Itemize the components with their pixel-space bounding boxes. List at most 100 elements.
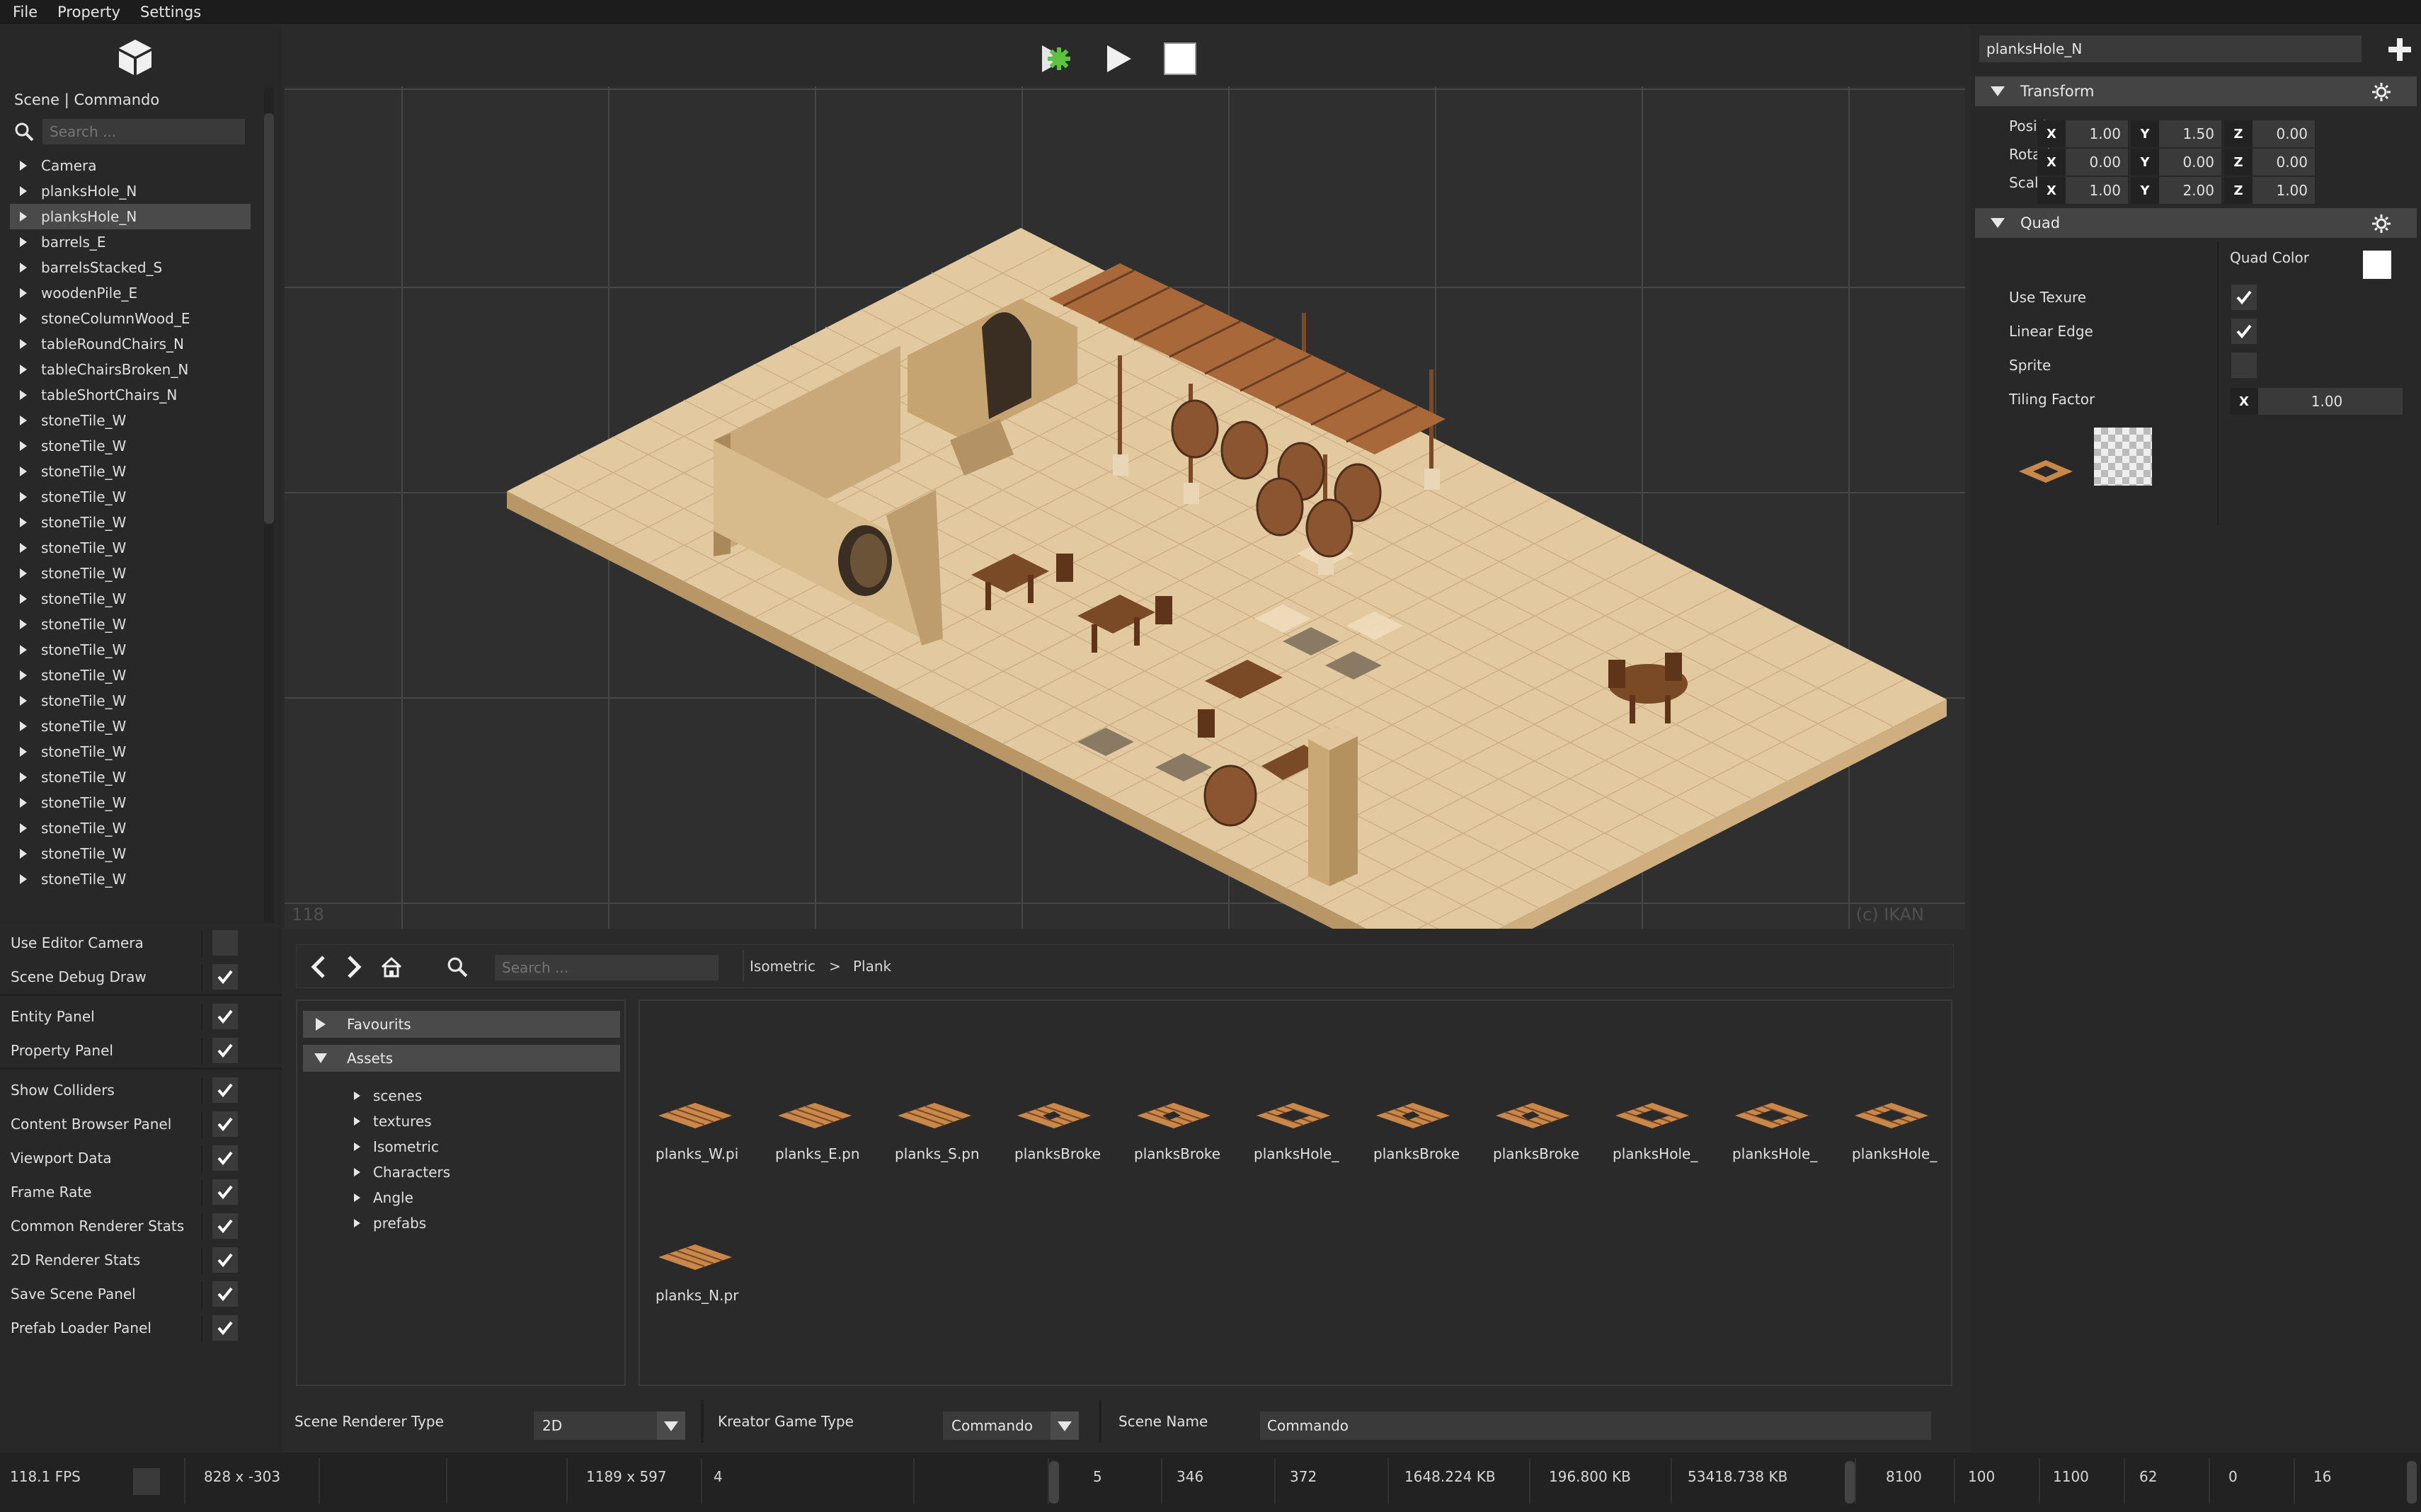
setting-checkbox[interactable] bbox=[212, 1179, 238, 1205]
setting-checkbox[interactable] bbox=[212, 1004, 238, 1029]
entity-row[interactable]: woodenPile_E bbox=[10, 280, 251, 306]
entity-row[interactable]: stoneTile_W bbox=[10, 510, 251, 535]
chevron-right-icon[interactable] bbox=[20, 263, 27, 273]
gear-icon[interactable] bbox=[2371, 82, 2391, 102]
setting-checkbox[interactable] bbox=[212, 1247, 238, 1273]
rotation-x-input[interactable]: 0.00 bbox=[2066, 149, 2128, 176]
entity-row[interactable]: stoneTile_W bbox=[10, 841, 251, 866]
chevron-right-icon[interactable] bbox=[20, 237, 27, 247]
chevron-right-icon[interactable] bbox=[20, 492, 27, 502]
hierarchy-scrollbar[interactable] bbox=[264, 88, 274, 923]
chevron-right-icon[interactable] bbox=[20, 874, 27, 884]
setting-checkbox[interactable] bbox=[212, 1077, 238, 1103]
tiling-factor-input[interactable]: 1.00 bbox=[2258, 388, 2403, 415]
scale-y-input[interactable]: 2.00 bbox=[2159, 177, 2221, 204]
asset-tile[interactable]: planksBroke bbox=[1014, 1072, 1121, 1171]
asset-tile[interactable]: planksHole_ bbox=[1732, 1072, 1838, 1171]
back-arrow-icon[interactable] bbox=[308, 955, 329, 979]
entity-row[interactable]: planksHole_N bbox=[10, 204, 251, 229]
folder-item[interactable]: Isometric bbox=[354, 1138, 439, 1155]
chevron-right-icon[interactable] bbox=[20, 849, 27, 859]
chevron-right-icon[interactable] bbox=[20, 772, 27, 782]
chevron-right-icon[interactable] bbox=[20, 568, 27, 578]
entity-row[interactable]: stoneTile_W bbox=[10, 459, 251, 484]
renderer-type-select[interactable]: 2D bbox=[534, 1411, 685, 1440]
chevron-right-icon[interactable] bbox=[20, 594, 27, 604]
entity-row[interactable]: stoneTile_W bbox=[10, 586, 251, 612]
asset-tile[interactable]: planks_N.pr bbox=[656, 1213, 762, 1312]
simulate-button[interactable] bbox=[1038, 41, 1073, 76]
asset-tile[interactable]: planks_E.pn bbox=[775, 1072, 881, 1171]
position-x-input[interactable]: 1.00 bbox=[2066, 120, 2128, 147]
linear-edge-checkbox[interactable] bbox=[2231, 319, 2257, 344]
chevron-right-icon[interactable] bbox=[20, 161, 27, 171]
quad-color-swatch[interactable] bbox=[2363, 251, 2391, 279]
setting-checkbox[interactable] bbox=[212, 1145, 238, 1171]
rotation-z-input[interactable]: 0.00 bbox=[2253, 149, 2315, 176]
scene-name-input[interactable] bbox=[1260, 1411, 1931, 1440]
asset-tile[interactable]: planksHole_ bbox=[1254, 1072, 1360, 1171]
asset-tile[interactable]: planksBroke bbox=[1373, 1072, 1480, 1171]
chevron-right-icon[interactable] bbox=[20, 670, 27, 680]
status-checkbox[interactable] bbox=[133, 1468, 160, 1495]
scale-z-input[interactable]: 1.00 bbox=[2253, 177, 2315, 204]
entity-row[interactable]: tableChairsBroken_N bbox=[10, 357, 251, 382]
chevron-right-icon[interactable] bbox=[20, 747, 27, 757]
entity-row[interactable]: stoneTile_W bbox=[10, 433, 251, 459]
chevron-right-icon[interactable] bbox=[20, 619, 27, 629]
texture-thumbnail[interactable] bbox=[2094, 428, 2152, 486]
forward-arrow-icon[interactable] bbox=[343, 955, 365, 979]
chevron-right-icon[interactable] bbox=[20, 288, 27, 298]
chevron-right-icon[interactable] bbox=[20, 543, 27, 553]
entity-row[interactable]: barrelsStacked_S bbox=[10, 255, 251, 280]
setting-checkbox[interactable] bbox=[212, 1038, 238, 1063]
folder-item[interactable]: prefabs bbox=[354, 1215, 426, 1232]
scrollbar-thumb[interactable] bbox=[1845, 1461, 1855, 1504]
stop-button[interactable] bbox=[1162, 41, 1198, 76]
entity-row[interactable]: stoneTile_W bbox=[10, 790, 251, 815]
entity-row[interactable]: planksHole_N bbox=[10, 178, 251, 204]
folder-item[interactable]: Angle bbox=[354, 1189, 413, 1206]
entity-row[interactable]: stoneTile_W bbox=[10, 663, 251, 688]
setting-checkbox[interactable] bbox=[212, 1281, 238, 1307]
asset-tile[interactable]: planksBroke bbox=[1134, 1072, 1240, 1171]
entity-row[interactable]: tableShortChairs_N bbox=[10, 382, 251, 408]
entity-row[interactable]: stoneTile_W bbox=[10, 714, 251, 739]
game-type-select[interactable]: Commando bbox=[943, 1411, 1079, 1440]
chevron-right-icon[interactable] bbox=[20, 339, 27, 349]
asset-tile[interactable]: planksHole_ bbox=[1852, 1072, 1958, 1171]
entity-row[interactable]: stoneTile_W bbox=[10, 535, 251, 561]
home-icon[interactable] bbox=[380, 956, 403, 978]
chevron-right-icon[interactable] bbox=[20, 798, 27, 808]
entity-row[interactable]: stoneColumnWood_E bbox=[10, 306, 251, 331]
chevron-right-icon[interactable] bbox=[20, 441, 27, 451]
chevron-right-icon[interactable] bbox=[20, 186, 27, 196]
folder-item[interactable]: textures bbox=[354, 1113, 432, 1130]
viewport[interactable]: 118 (c) IKAN bbox=[285, 86, 1965, 929]
menu-settings[interactable]: Settings bbox=[130, 4, 211, 21]
scrollbar-thumb[interactable] bbox=[264, 113, 274, 524]
asset-tile[interactable]: planksHole_ bbox=[1613, 1072, 1719, 1171]
chevron-right-icon[interactable] bbox=[20, 466, 27, 476]
entity-row[interactable]: stoneTile_W bbox=[10, 612, 251, 637]
entity-name-input[interactable] bbox=[1979, 35, 2362, 62]
menu-file[interactable]: File bbox=[0, 4, 47, 21]
quad-section-header[interactable]: Quad bbox=[1975, 208, 2417, 238]
chevron-right-icon[interactable] bbox=[20, 314, 27, 323]
chevron-right-icon[interactable] bbox=[20, 517, 27, 527]
assets-header[interactable]: Assets bbox=[303, 1045, 620, 1072]
asset-tile[interactable]: planks_S.pn bbox=[895, 1072, 1001, 1171]
chevron-right-icon[interactable] bbox=[20, 645, 27, 655]
entity-row[interactable]: stoneTile_W bbox=[10, 408, 251, 433]
entity-row[interactable]: stoneTile_W bbox=[10, 637, 251, 663]
favourites-header[interactable]: Favourits bbox=[303, 1011, 620, 1038]
entity-row[interactable]: stoneTile_W bbox=[10, 764, 251, 790]
transform-section-header[interactable]: Transform bbox=[1975, 76, 2417, 106]
rotation-y-input[interactable]: 0.00 bbox=[2159, 149, 2221, 176]
chevron-right-icon[interactable] bbox=[20, 212, 27, 222]
setting-checkbox[interactable] bbox=[212, 964, 238, 990]
chevron-right-icon[interactable] bbox=[20, 416, 27, 425]
chevron-right-icon[interactable] bbox=[20, 721, 27, 731]
entity-row[interactable]: Camera bbox=[10, 153, 251, 178]
entity-row[interactable]: tableRoundChairs_N bbox=[10, 331, 251, 357]
